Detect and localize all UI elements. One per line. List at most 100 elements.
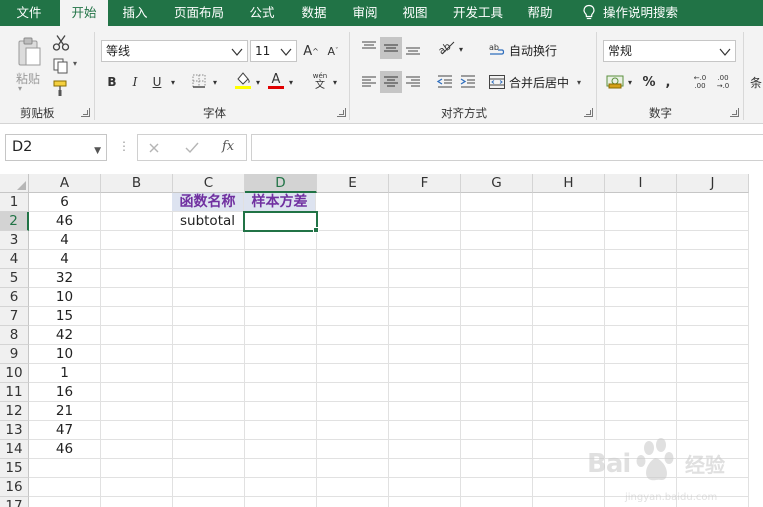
row-header-12[interactable]: 12 [0, 402, 29, 421]
cell-g1[interactable] [461, 193, 533, 212]
align-center-button[interactable] [380, 71, 402, 93]
cell-c1[interactable]: 函数名称 [172, 193, 244, 212]
cell-a8[interactable]: 42 [29, 326, 101, 345]
cell-g10[interactable] [461, 364, 533, 383]
cell-d11[interactable] [245, 383, 317, 402]
font-color-dropdown[interactable]: ▾ [286, 71, 296, 93]
cell-i1[interactable] [605, 193, 677, 212]
orientation-dropdown[interactable]: ▾ [456, 38, 466, 60]
row-header-5[interactable]: 5 [0, 269, 29, 288]
phonetic-dropdown[interactable]: ▾ [330, 71, 340, 93]
cell-c7[interactable] [173, 307, 245, 326]
cell-d9[interactable] [245, 345, 317, 364]
cell-j7[interactable] [677, 307, 749, 326]
cell-f15[interactable] [389, 459, 461, 478]
cell-e14[interactable] [317, 440, 389, 459]
cell-c13[interactable] [173, 421, 245, 440]
cell-i9[interactable] [605, 345, 677, 364]
cell-a12[interactable]: 21 [29, 402, 101, 421]
font-size-combo[interactable]: 11 [250, 40, 297, 62]
cell-c17[interactable] [173, 497, 245, 507]
cell-b9[interactable] [101, 345, 173, 364]
borders-icon[interactable] [191, 73, 207, 89]
cell-g13[interactable] [461, 421, 533, 440]
borders-dropdown[interactable]: ▾ [210, 71, 220, 93]
tab-home[interactable]: 开始 [60, 0, 108, 28]
cell-j12[interactable] [677, 402, 749, 421]
cell-e6[interactable] [317, 288, 389, 307]
cell-i2[interactable] [605, 212, 677, 231]
cell-d12[interactable] [245, 402, 317, 421]
cell-f4[interactable] [389, 250, 461, 269]
column-header-h[interactable]: H [533, 174, 605, 193]
cell-c12[interactable] [173, 402, 245, 421]
clipboard-launcher[interactable] [81, 108, 90, 117]
phonetic-guide-icon[interactable]: wén 文 [310, 70, 330, 90]
tell-me-search[interactable]: 操作说明搜索 [603, 0, 687, 26]
row-header-8[interactable]: 8 [0, 326, 29, 345]
cell-b15[interactable] [101, 459, 173, 478]
accounting-format-icon[interactable] [606, 72, 624, 90]
cell-b8[interactable] [101, 326, 173, 345]
row-header-9[interactable]: 9 [0, 345, 29, 364]
comma-style-button[interactable]: , [661, 71, 675, 93]
cell-b4[interactable] [101, 250, 173, 269]
column-header-i[interactable]: I [605, 174, 677, 193]
decrease-decimal-button[interactable]: .00 →.0 [713, 71, 733, 93]
cell-h10[interactable] [533, 364, 605, 383]
column-header-c[interactable]: C [173, 174, 245, 193]
bottom-align-icon[interactable] [404, 39, 422, 57]
align-right-icon[interactable] [404, 73, 422, 91]
cell-h2[interactable] [533, 212, 605, 231]
cell-f5[interactable] [389, 269, 461, 288]
increase-font-size-button[interactable]: A ^ [302, 40, 320, 62]
tab-page-layout[interactable]: 页面布局 [168, 0, 230, 26]
cell-c14[interactable] [173, 440, 245, 459]
cell-c15[interactable] [173, 459, 245, 478]
row-header-11[interactable]: 11 [0, 383, 29, 402]
cell-f16[interactable] [389, 478, 461, 497]
cell-h9[interactable] [533, 345, 605, 364]
cell-i10[interactable] [605, 364, 677, 383]
cell-h12[interactable] [533, 402, 605, 421]
cell-c11[interactable] [173, 383, 245, 402]
cell-a1[interactable]: 6 [29, 193, 101, 212]
cell-c3[interactable] [173, 231, 245, 250]
increase-indent-icon[interactable] [459, 73, 477, 91]
cell-d3[interactable] [245, 231, 317, 250]
cell-f3[interactable] [389, 231, 461, 250]
cell-a7[interactable]: 15 [29, 307, 101, 326]
cell-a10[interactable]: 1 [29, 364, 101, 383]
cell-f10[interactable] [389, 364, 461, 383]
tab-view[interactable]: 视图 [393, 0, 437, 26]
cell-j5[interactable] [677, 269, 749, 288]
cell-a6[interactable]: 10 [29, 288, 101, 307]
cell-a11[interactable]: 16 [29, 383, 101, 402]
cell-i5[interactable] [605, 269, 677, 288]
cell-g16[interactable] [461, 478, 533, 497]
cell-b16[interactable] [101, 478, 173, 497]
copy-icon[interactable] [52, 57, 70, 75]
tab-insert[interactable]: 插入 [113, 0, 157, 26]
tab-formulas[interactable]: 公式 [240, 0, 284, 26]
paste-icon[interactable] [16, 36, 42, 68]
fill-color-icon[interactable] [234, 70, 252, 90]
cell-j8[interactable] [677, 326, 749, 345]
tab-help[interactable]: 帮助 [518, 0, 562, 26]
cell-g15[interactable] [461, 459, 533, 478]
cell-f17[interactable] [389, 497, 461, 507]
cell-f11[interactable] [389, 383, 461, 402]
cell-d4[interactable] [245, 250, 317, 269]
cell-d14[interactable] [245, 440, 317, 459]
cell-j6[interactable] [677, 288, 749, 307]
cell-a13[interactable]: 47 [29, 421, 101, 440]
cell-f6[interactable] [389, 288, 461, 307]
select-all-corner[interactable] [0, 174, 29, 193]
cell-b10[interactable] [101, 364, 173, 383]
middle-align-button[interactable] [380, 37, 402, 59]
cell-g14[interactable] [461, 440, 533, 459]
cell-i8[interactable] [605, 326, 677, 345]
copy-dropdown-caret[interactable]: ▾ [73, 59, 77, 68]
cell-h4[interactable] [533, 250, 605, 269]
formula-bar-splitter[interactable]: ⋮ [118, 139, 130, 153]
